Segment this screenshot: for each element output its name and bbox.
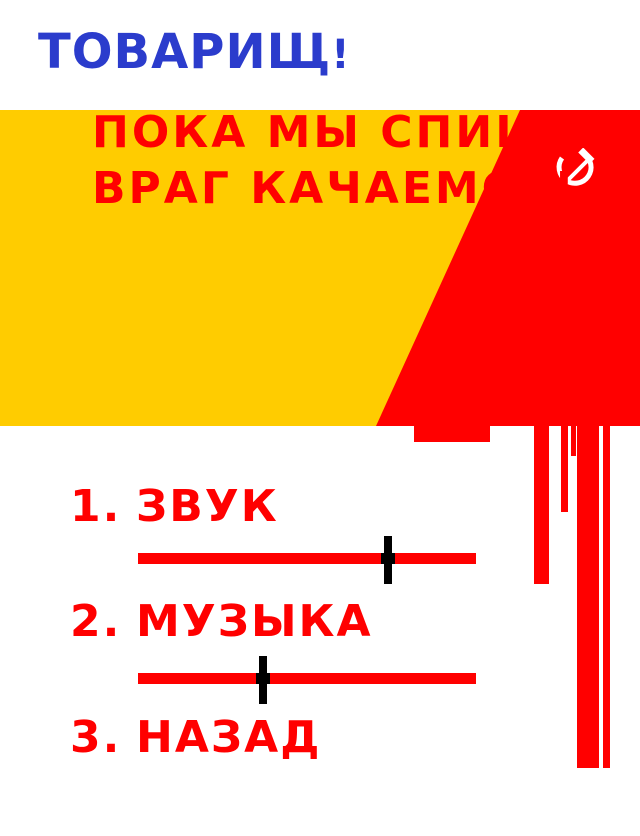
menu-item-music[interactable]: 2. МУЗЫКА (70, 600, 373, 644)
drip-stripe (534, 424, 549, 584)
drip-stripe (561, 424, 568, 512)
menu-item-label: МУЗЫКА (136, 596, 373, 647)
sound-slider-knob[interactable] (381, 536, 396, 584)
title-exclaim: ! (331, 32, 351, 78)
sound-slider-track[interactable] (138, 553, 476, 564)
banner-line-2: ВРАГ КАЧАЕМСЯ! (92, 163, 577, 214)
menu-item-number: 2. (70, 596, 122, 647)
drip-stripe (571, 424, 576, 456)
menu-item-sound[interactable]: 1. ЗВУК (70, 485, 279, 529)
menu-item-number: 1. (70, 481, 122, 532)
sound-slider[interactable] (138, 536, 476, 584)
menu-item-label: ЗВУК (136, 481, 279, 532)
menu-item-number: 3. (70, 712, 122, 763)
music-slider[interactable] (138, 656, 476, 704)
title-text: ТОВАРИЩ (38, 24, 332, 80)
music-slider-track[interactable] (138, 673, 476, 684)
menu-item-back[interactable]: 3. НАЗАД (70, 716, 321, 760)
drip-block (414, 424, 490, 442)
drip-stripe (603, 424, 610, 768)
banner-slogan: ПОКА МЫ СПИШЬ ВРАГ КАЧАЕМСЯ! (92, 105, 589, 217)
page-title: ТОВАРИЩ! (38, 28, 351, 76)
music-slider-knob[interactable] (256, 656, 271, 704)
menu-item-label: НАЗАД (136, 712, 322, 763)
drip-stripe (577, 424, 599, 768)
banner-line-1: ПОКА МЫ СПИШЬ (92, 107, 590, 158)
